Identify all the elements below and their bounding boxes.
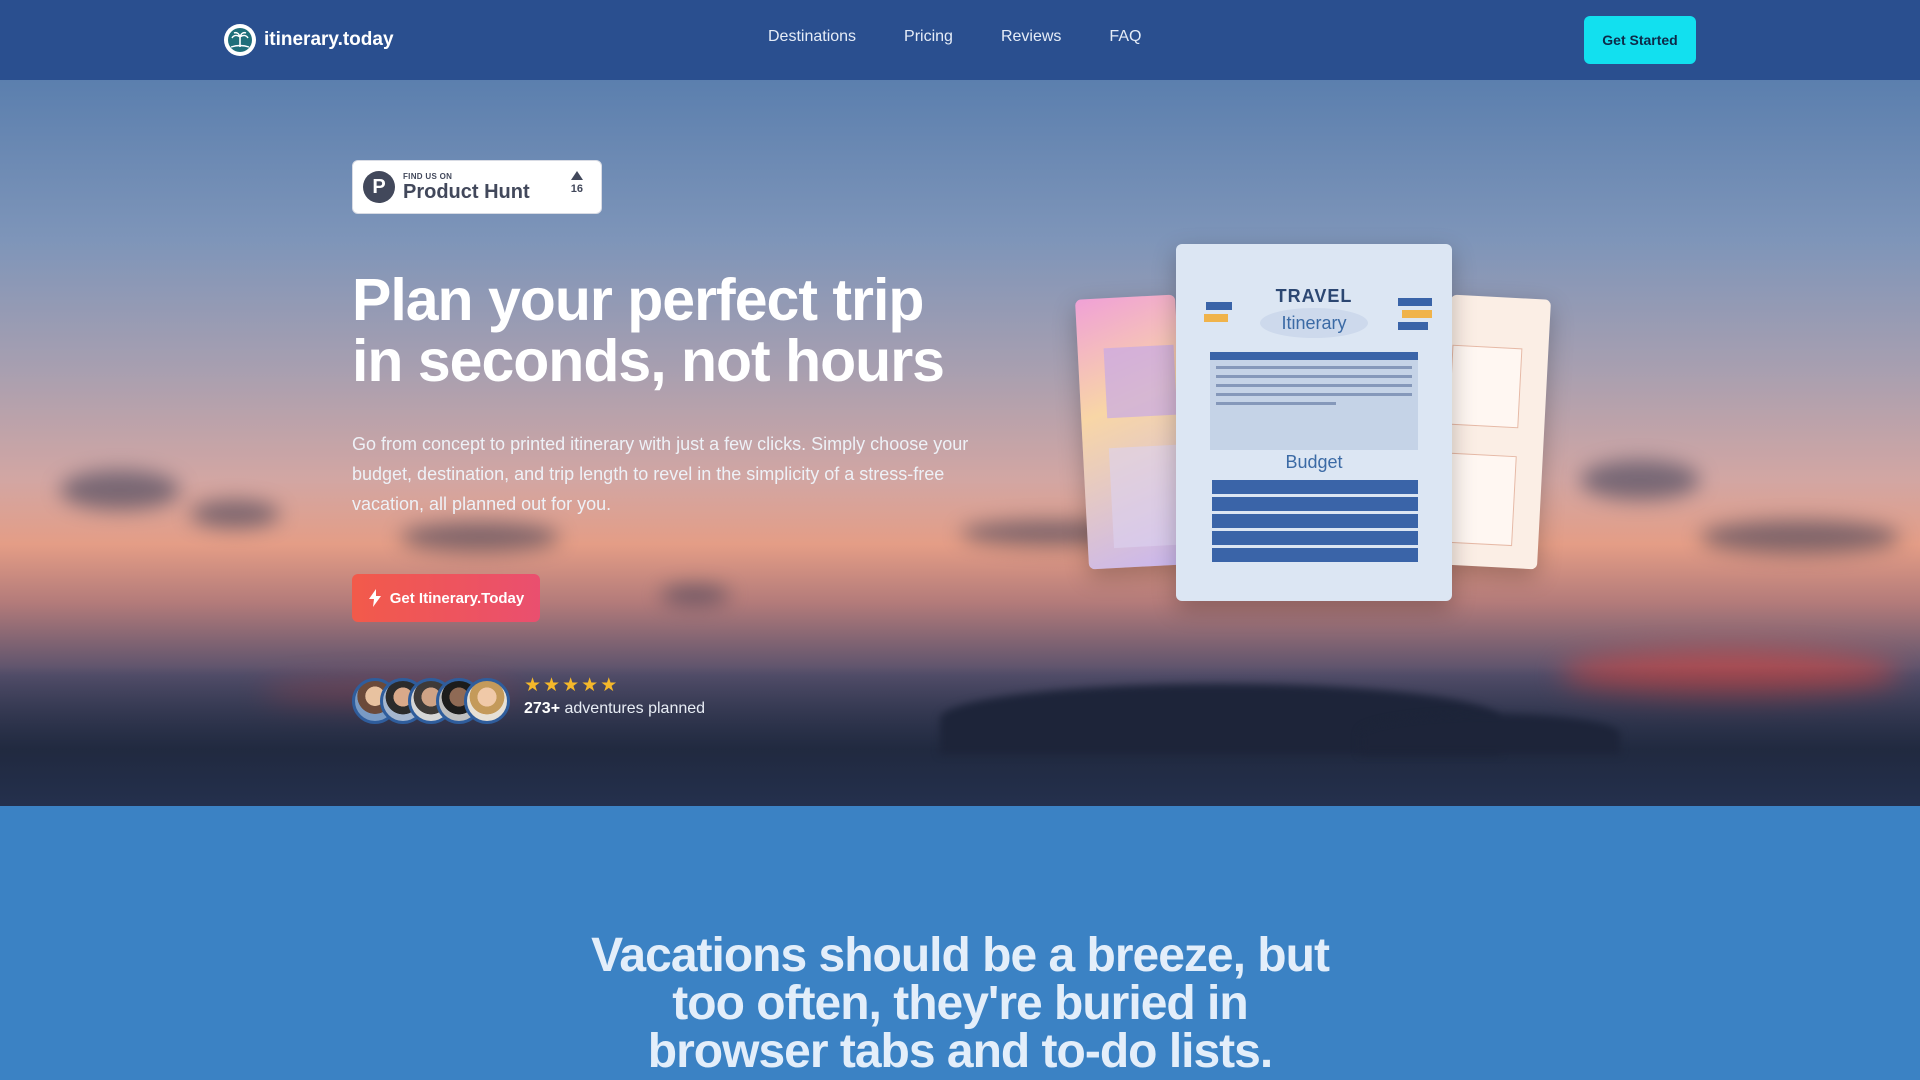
star-icon: ★	[600, 675, 618, 696]
product-hunt-icon: P	[363, 171, 395, 203]
signpost-icon	[1398, 322, 1428, 330]
star-icon: ★	[581, 675, 599, 696]
nav-link-pricing[interactable]: Pricing	[904, 28, 953, 46]
hero-title-line-2: in seconds, not hours	[352, 328, 945, 394]
hero-background-cloud	[60, 470, 180, 510]
signpost-icon	[1204, 314, 1228, 322]
palm-tree-logo-icon	[224, 24, 256, 56]
rating-stars: ★ ★ ★ ★ ★	[524, 676, 705, 696]
get-itinerary-label: Get Itinerary.Today	[389, 589, 525, 607]
itinerary-preview-left	[1075, 294, 1189, 570]
star-icon: ★	[543, 675, 561, 696]
upvote-count: 16	[570, 183, 583, 195]
nav-link-reviews[interactable]: Reviews	[1001, 28, 1061, 46]
signpost-icon	[1402, 310, 1432, 318]
star-icon: ★	[524, 675, 542, 696]
hero-section: P FIND US ON Product Hunt 16 Plan your p…	[0, 80, 1920, 806]
preview-destination-block	[1210, 352, 1418, 450]
itinerary-preview-main: TRAVEL Itinerary Budget	[1176, 244, 1452, 601]
brand-name: itinerary.today	[264, 29, 394, 50]
nav-link-destinations[interactable]: Destinations	[768, 28, 856, 46]
brand[interactable]: itinerary.today	[224, 24, 394, 56]
preview-title-itinerary: Itinerary	[1260, 308, 1368, 338]
hero-background-cloud	[660, 585, 730, 605]
product-hunt-text: FIND US ON Product Hunt	[403, 172, 530, 203]
preview-budget-title: Budget	[1285, 452, 1343, 472]
get-started-button[interactable]: Get Started	[1584, 16, 1696, 64]
preview-budget-row	[1212, 497, 1418, 511]
hero-subtitle: Go from concept to printed itinerary wit…	[352, 434, 969, 514]
lightning-bolt-icon	[368, 589, 381, 607]
preview-text-line	[1216, 366, 1412, 369]
preview-title-travel: TRAVEL	[1275, 286, 1353, 306]
planned-label: adventures planned	[560, 700, 706, 717]
social-proof: ★ ★ ★ ★ ★ 273+ adventures planned	[524, 676, 705, 718]
hero-background-cloud	[400, 522, 560, 552]
preview-budget-row	[1212, 531, 1418, 545]
nav-link-faq[interactable]: FAQ	[1109, 28, 1141, 46]
get-itinerary-button[interactable]: Get Itinerary.Today	[352, 574, 540, 622]
nav-links: Destinations Pricing Reviews FAQ	[768, 28, 1141, 46]
preview-budget-row	[1212, 480, 1418, 494]
hero-background-cloud	[1700, 520, 1900, 554]
preview-budget-row	[1212, 548, 1418, 562]
product-hunt-name: Product Hunt	[403, 180, 530, 203]
itinerary-preview-right	[1437, 294, 1551, 570]
preview-text-line	[1216, 402, 1336, 405]
top-navbar: itinerary.today Destinations Pricing Rev…	[0, 0, 1920, 80]
upvote-arrow-icon	[570, 171, 583, 180]
preview-budget-row	[1212, 514, 1418, 528]
island-silhouette	[1360, 714, 1620, 754]
hero-background-cloud	[1580, 460, 1700, 500]
problem-title-line-1: Vacations should be a breeze, but	[591, 929, 1330, 982]
problem-title-line-3: browser tabs and to-do lists.	[647, 1025, 1273, 1078]
preview-text-line	[1216, 384, 1412, 387]
product-hunt-caption: FIND US ON	[403, 171, 453, 181]
preview-budget-table	[1212, 480, 1418, 565]
problem-title-line-2: too often, they're buried in	[672, 977, 1248, 1030]
product-hunt-badge[interactable]: P FIND US ON Product Hunt 16	[352, 160, 602, 214]
adventures-planned: 273+ adventures planned	[524, 700, 705, 718]
problem-section-title: Vacations should be a breeze, but too of…	[460, 932, 1460, 1076]
hero-background-cloud	[190, 500, 280, 528]
preview-destination-header	[1210, 352, 1418, 360]
planned-count: 273+	[524, 700, 561, 717]
avatar	[464, 678, 510, 724]
user-avatars	[352, 678, 510, 724]
star-icon: ★	[562, 675, 580, 696]
preview-text-line	[1216, 375, 1412, 378]
problem-section: Vacations should be a breeze, but too of…	[0, 806, 1920, 1080]
hero-title-line-1: Plan your perfect trip	[352, 267, 924, 333]
preview-text-line	[1216, 393, 1412, 396]
product-hunt-upvotes: 16	[571, 171, 583, 195]
hero-title: Plan your perfect trip in seconds, not h…	[352, 270, 992, 392]
